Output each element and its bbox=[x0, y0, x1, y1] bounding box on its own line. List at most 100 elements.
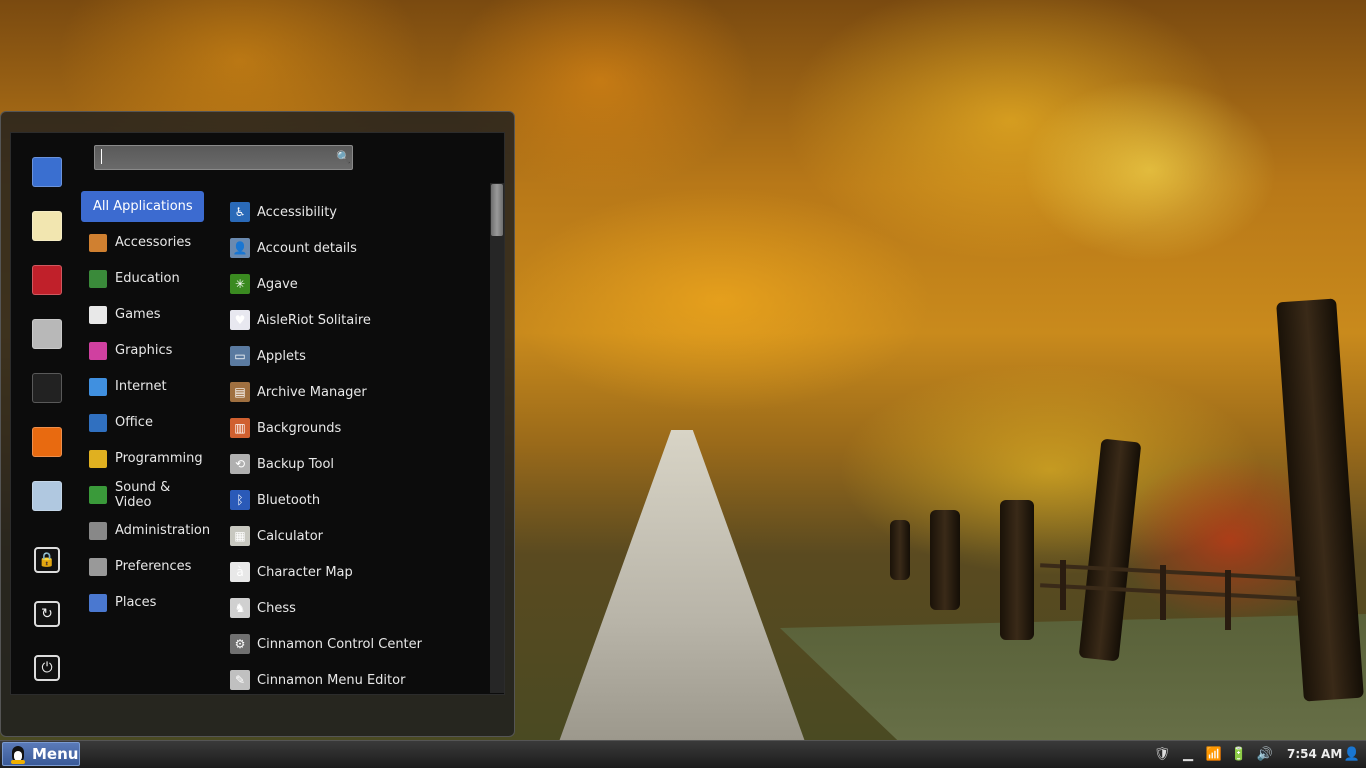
category-label: Programming bbox=[115, 451, 203, 466]
administration-icon bbox=[89, 521, 107, 540]
category-education[interactable]: Education bbox=[81, 263, 204, 294]
office-icon bbox=[89, 413, 107, 432]
category-graphics[interactable]: Graphics bbox=[81, 335, 204, 366]
app-list-scrollbar[interactable] bbox=[490, 183, 504, 693]
app-label: AisleRiot Solitaire bbox=[257, 312, 371, 328]
category-administration[interactable]: Administration bbox=[81, 515, 210, 546]
backup-tool-icon: ⟲ bbox=[230, 454, 250, 474]
favorite-terminal[interactable] bbox=[22, 368, 72, 408]
scrollbar-thumb[interactable] bbox=[491, 184, 503, 236]
lock-screen-button[interactable]: 🔒 bbox=[22, 540, 72, 580]
app-label: Archive Manager bbox=[257, 384, 367, 400]
search-box bbox=[94, 145, 353, 170]
firefox-icon bbox=[32, 427, 62, 457]
favorite-files[interactable] bbox=[22, 152, 72, 192]
category-label: Places bbox=[115, 595, 157, 610]
show-desktop-icon[interactable]: ▁ bbox=[1178, 744, 1198, 764]
category-label: Preferences bbox=[115, 559, 192, 574]
battery-icon[interactable]: 🔋 bbox=[1229, 744, 1249, 764]
solitaire-icon: ♥ bbox=[230, 310, 250, 330]
backgrounds-icon: ▥ bbox=[230, 418, 250, 438]
category-sound-video[interactable]: Sound & Video bbox=[81, 479, 204, 510]
favorite-firefox[interactable] bbox=[22, 422, 72, 462]
app-agave[interactable]: ✳ Agave bbox=[230, 269, 480, 299]
category-accessories[interactable]: Accessories bbox=[81, 227, 204, 258]
cinnamon-control-center-icon: ⚙ bbox=[230, 634, 250, 654]
favorite-book[interactable] bbox=[22, 260, 72, 300]
app-account-details[interactable]: 👤 Account details bbox=[230, 233, 480, 263]
text-caret bbox=[101, 149, 102, 164]
app-label: Cinnamon Control Center bbox=[257, 636, 423, 652]
cinnamon-menu-editor-icon: ✎ bbox=[230, 670, 250, 690]
app-backup-tool[interactable]: ⟲ Backup Tool bbox=[230, 449, 480, 479]
education-icon bbox=[89, 269, 107, 288]
app-label: Agave bbox=[257, 276, 298, 292]
archive-manager-icon: ▤ bbox=[230, 382, 250, 402]
category-internet[interactable]: Internet bbox=[81, 371, 204, 402]
category-office[interactable]: Office bbox=[81, 407, 204, 438]
app-label: Bluetooth bbox=[257, 492, 321, 508]
wifi-icon[interactable]: 📶 bbox=[1204, 744, 1224, 764]
app-label: Account details bbox=[257, 240, 357, 256]
category-preferences[interactable]: Preferences bbox=[81, 551, 204, 582]
logout-button[interactable]: ↻ bbox=[22, 594, 72, 634]
power-icon: ⏻ bbox=[34, 655, 60, 681]
category-label: Education bbox=[115, 271, 180, 286]
logout-icon: ↻ bbox=[34, 601, 60, 627]
menu-button-label: Menu bbox=[32, 745, 79, 763]
search-input[interactable] bbox=[99, 148, 327, 167]
app-cinnamon-control-center[interactable]: ⚙ Cinnamon Control Center bbox=[230, 629, 480, 659]
menu-button[interactable]: Menu bbox=[2, 742, 80, 766]
programming-icon bbox=[89, 449, 107, 468]
favorite-text-editor[interactable] bbox=[22, 206, 72, 246]
book-icon bbox=[32, 265, 62, 295]
app-label: Backgrounds bbox=[257, 420, 342, 436]
power-button[interactable]: ⏻ bbox=[22, 648, 72, 688]
accessories-icon bbox=[89, 233, 107, 252]
files-icon bbox=[32, 157, 62, 187]
mail-icon bbox=[32, 481, 62, 511]
user-icon[interactable]: 👤 bbox=[1342, 744, 1362, 764]
category-all-applications[interactable]: All Applications bbox=[81, 191, 204, 222]
accessibility-icon: ♿ bbox=[230, 202, 250, 222]
agave-icon: ✳ bbox=[230, 274, 250, 294]
wallpaper-road bbox=[556, 430, 808, 740]
wallpaper-grass bbox=[780, 614, 1366, 740]
favorite-mail[interactable] bbox=[22, 476, 72, 516]
wallpaper-fence bbox=[1040, 563, 1300, 581]
applets-icon: ▭ bbox=[230, 346, 250, 366]
app-chess[interactable]: ♞ Chess bbox=[230, 593, 480, 623]
category-label: Internet bbox=[115, 379, 167, 394]
sound-video-icon bbox=[89, 485, 107, 504]
wallpaper-fencepost bbox=[1060, 560, 1066, 610]
app-archive-manager[interactable]: ▤ Archive Manager bbox=[230, 377, 480, 407]
wallpaper-fence bbox=[1040, 583, 1300, 601]
category-places[interactable]: Places bbox=[81, 587, 204, 618]
app-backgrounds[interactable]: ▥ Backgrounds bbox=[230, 413, 480, 443]
volume-icon[interactable]: 🔊 bbox=[1255, 744, 1275, 764]
graphics-icon bbox=[89, 341, 107, 360]
text-editor-icon bbox=[32, 211, 62, 241]
wallpaper-trunk bbox=[930, 510, 960, 610]
category-games[interactable]: Games bbox=[81, 299, 204, 330]
app-applets[interactable]: ▭ Applets bbox=[230, 341, 480, 371]
search-icon[interactable]: 🔍 bbox=[336, 150, 351, 164]
app-character-map[interactable]: à Character Map bbox=[230, 557, 480, 587]
category-label: Office bbox=[115, 415, 153, 430]
app-aisleriot-solitaire[interactable]: ♥ AisleRiot Solitaire bbox=[230, 305, 480, 335]
category-label: All Applications bbox=[93, 199, 193, 214]
wallpaper-trunk bbox=[1000, 500, 1034, 640]
category-label: Games bbox=[115, 307, 161, 322]
category-programming[interactable]: Programming bbox=[81, 443, 204, 474]
shield-icon[interactable]: 🛡 bbox=[1152, 744, 1172, 764]
account-details-icon: 👤 bbox=[230, 238, 250, 258]
category-label: Sound & Video bbox=[115, 479, 171, 510]
app-cinnamon-menu-editor[interactable]: ✎ Cinnamon Menu Editor bbox=[230, 665, 480, 695]
character-map-icon: à bbox=[230, 562, 250, 582]
favorite-calculator[interactable] bbox=[22, 314, 72, 354]
category-label: Graphics bbox=[115, 343, 173, 358]
app-bluetooth[interactable]: ᛒ Bluetooth bbox=[230, 485, 480, 515]
app-accessibility[interactable]: ♿ Accessibility bbox=[230, 197, 480, 227]
app-calculator[interactable]: ▦ Calculator bbox=[230, 521, 480, 551]
panel-clock[interactable]: 7:54 AM bbox=[1287, 744, 1342, 764]
